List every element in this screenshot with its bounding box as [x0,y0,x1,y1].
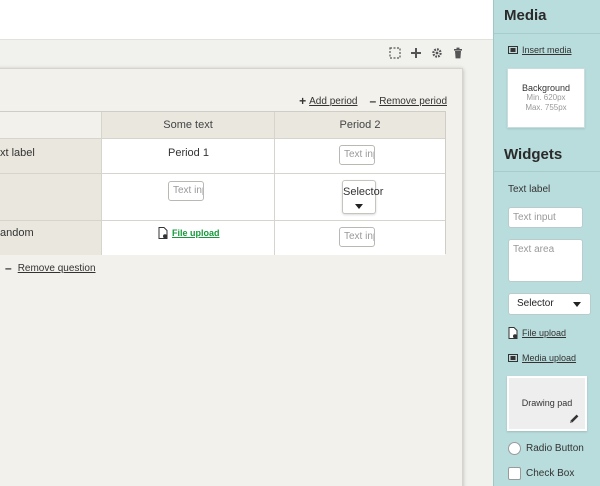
widgets-sidebar: Media Insert media Background Min. 620px… [493,0,600,486]
settings-icon[interactable] [430,46,444,60]
caret-down-icon [355,204,363,209]
minus-icon: – [369,94,377,108]
column-header[interactable]: Period 2 [275,112,445,138]
text-label-widget[interactable]: Text label [508,184,550,195]
table-cell: Text input [275,139,445,173]
row-label-cell [0,174,102,220]
table-row: andom File upload Text input [0,221,445,255]
table-row: Text input Selector [0,174,445,221]
selector-dropdown[interactable]: Selector [342,180,383,214]
film-icon [508,354,518,362]
row-label[interactable]: andom [0,227,34,239]
text-input[interactable]: Text input [339,145,375,165]
background-min: Min. 620px [526,93,566,102]
remove-question-button[interactable]: – Remove question [5,261,96,275]
file-upload-label: File upload [172,228,220,238]
background-max: Max. 755px [525,103,567,112]
checkbox-icon [508,467,521,480]
radio-button-label: Radio Button [526,443,584,454]
table-header-row: Some text Period 2 [0,112,445,139]
insert-media-label: Insert media [522,45,572,55]
text-area-widget[interactable]: Text area [508,239,583,282]
element-toolbar [388,46,465,60]
question-table: Some text Period 2 xt label Period 1 Tex… [0,111,446,255]
media-upload-widget-label: Media upload [522,353,577,363]
remove-question-label: Remove question [17,262,96,274]
background-card[interactable]: Background Min. 620px Max. 755px [507,68,585,128]
column-header[interactable]: Some text [102,112,275,138]
divider [494,33,600,34]
insert-media-link[interactable]: Insert media [508,45,572,55]
table-cell: File upload [102,221,275,255]
cell-text[interactable]: Period 1 [102,147,275,159]
selector-label: Selector [343,186,384,198]
top-bar [0,0,493,40]
table-cell: Period 1 [102,139,275,173]
row-label[interactable]: xt label [0,147,35,159]
drawing-pad-widget[interactable]: Drawing pad [507,376,587,431]
film-icon [508,46,518,54]
widgets-title: Widgets [504,146,563,163]
add-period-button[interactable]: + Add period [299,94,357,108]
period-actions: + Add period – Remove period [0,94,447,108]
table-cell: Text input [275,221,445,255]
check-box-label: Check Box [526,468,575,479]
row-label-cell: xt label [0,139,102,173]
table-row: xt label Period 1 Text input [0,139,445,174]
file-upload-widget-label: File upload [522,328,567,338]
check-box-widget[interactable]: Check Box [508,467,574,480]
text-input[interactable]: Text input [339,227,375,247]
remove-period-label: Remove period [379,95,447,107]
file-upload-widget[interactable]: File upload [508,327,566,339]
selector-widget[interactable]: Selector [508,293,591,315]
selector-widget-label: Selector [517,298,554,309]
background-title: Background [521,83,571,93]
media-title: Media [504,7,547,24]
add-period-label: Add period [309,95,358,107]
file-upload-link[interactable]: File upload [158,227,220,239]
radio-icon [508,442,521,455]
text-input-widget[interactable]: Text input [508,207,583,228]
question-canvas: + Add period – Remove period Some text P… [0,68,463,486]
media-upload-widget[interactable]: Media upload [508,353,576,363]
trash-icon[interactable] [451,46,465,60]
row-label-cell: andom [0,221,102,255]
radio-button-widget[interactable]: Radio Button [508,442,584,455]
file-icon [508,327,518,339]
header-corner [0,112,102,138]
drawing-pad-label: Drawing pad [521,398,573,408]
plus-icon: + [299,94,307,108]
table-cell: Selector [275,174,445,220]
minus-icon: – [5,261,12,275]
table-cell: Text input [102,174,275,220]
add-icon[interactable] [409,46,423,60]
file-icon [158,227,168,239]
caret-down-icon [573,302,581,307]
select-icon[interactable] [388,46,402,60]
divider [494,171,600,172]
text-input[interactable]: Text input [168,181,204,201]
pencil-icon [570,414,579,423]
remove-period-button[interactable]: – Remove period [370,94,448,108]
